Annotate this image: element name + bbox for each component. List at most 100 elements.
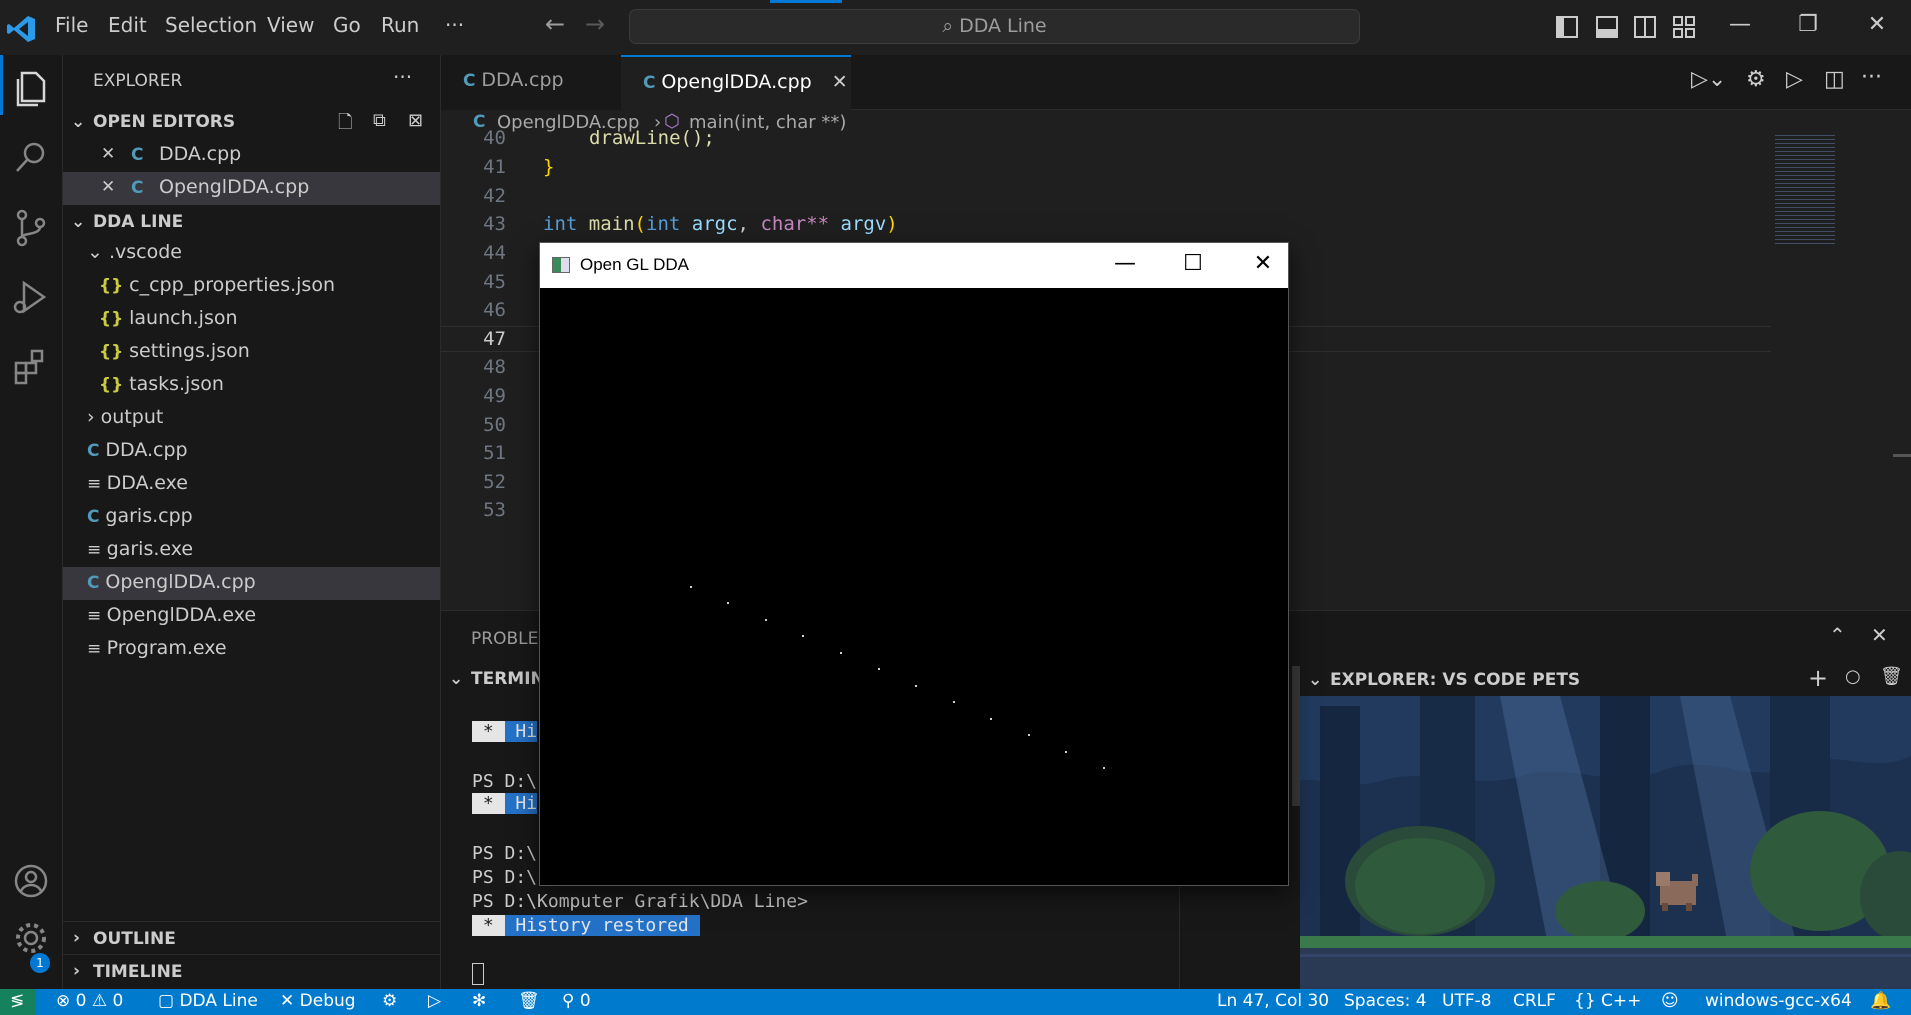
minimize-icon[interactable]: — (1725, 12, 1755, 42)
forward-arrow-icon[interactable]: → (585, 10, 605, 38)
cursor-position[interactable]: Ln 47, Col 30 (1217, 991, 1329, 1011)
debug-bug-icon[interactable]: ✻ (472, 991, 486, 1011)
file-program-exe[interactable]: ≡ Program.exe (87, 637, 227, 659)
open-editor-item[interactable]: ✕ C DDA.cpp (63, 139, 440, 172)
remote-indicator[interactable]: ≶ (0, 989, 36, 1015)
trash-status-icon[interactable]: 🗑 (518, 991, 540, 1011)
close-icon[interactable]: ✕ (1248, 251, 1278, 281)
back-arrow-icon[interactable]: ← (545, 10, 565, 38)
debug-status[interactable]: ✕ Debug (280, 991, 356, 1011)
run-file-icon[interactable]: ▷⌄ (1691, 67, 1726, 92)
language-status[interactable]: {} C++ (1574, 991, 1641, 1011)
maximize-panel-icon[interactable]: ⌃ (1829, 623, 1846, 647)
close-tab-icon[interactable]: ✕ (832, 71, 848, 93)
compiler-status[interactable]: windows-gcc-x64 (1705, 991, 1852, 1011)
command-search[interactable]: ⌕ DDA Line (629, 9, 1360, 44)
run-debug-icon[interactable] (8, 275, 54, 321)
ball-icon[interactable]: ○ (1845, 666, 1861, 687)
close-editor-icon[interactable]: ✕ (101, 177, 115, 197)
encoding-status[interactable]: UTF-8 (1442, 991, 1492, 1011)
file-opengldda-cpp[interactable]: C OpenglDDA.cpp (87, 571, 256, 593)
menu-file[interactable]: File (55, 13, 88, 37)
file-opengldda-exe[interactable]: ≡ OpenglDDA.exe (87, 604, 256, 626)
problems-status[interactable]: ⊗ 0 ⚠ 0 (56, 991, 123, 1011)
add-pet-icon[interactable]: + (1808, 664, 1828, 692)
menu-edit[interactable]: Edit (108, 13, 147, 37)
folder-vscode[interactable]: ⌄ .vscode (87, 241, 182, 263)
manage-gear-icon[interactable] (8, 915, 54, 961)
minimap-content (1775, 135, 1835, 245)
file-dda-exe[interactable]: ≡ DDA.exe (87, 472, 188, 494)
explorer-icon[interactable] (8, 65, 54, 111)
more-actions-icon[interactable]: ··· (393, 65, 412, 89)
pets-header-title[interactable]: EXPLORER: VS CODE PETS (1330, 670, 1580, 690)
restore-icon[interactable]: ❐ (1793, 12, 1823, 42)
tab-opengldda-cpp[interactable]: C OpenglDDA.cpp ✕ (621, 55, 851, 110)
open-editor-item[interactable]: ✕ C OpenglDDA.cpp (63, 172, 440, 205)
file-garis-exe[interactable]: ≡ garis.exe (87, 538, 193, 560)
timeline-header[interactable]: TIMELINE (93, 962, 182, 982)
toggle-secondary-sidebar-icon[interactable] (1634, 16, 1656, 38)
minimap[interactable] (1771, 135, 1911, 610)
split-editor-icon[interactable]: ◫ (1824, 67, 1845, 92)
chevron-down-icon[interactable]: ⌄ (1308, 670, 1322, 690)
gear-icon[interactable]: ⚙ (1746, 67, 1766, 92)
trash-icon[interactable]: 🗑 (1880, 666, 1903, 687)
menu-run[interactable]: Run (381, 13, 419, 37)
terminal-scrollbar[interactable] (1292, 666, 1300, 806)
menu-more[interactable]: ··· (445, 13, 464, 37)
file-launch-json[interactable]: {} launch.json (99, 307, 238, 329)
outline-header[interactable]: OUTLINE (93, 929, 176, 949)
run-icon[interactable]: ▷ (1786, 67, 1803, 92)
minimize-icon[interactable]: — (1110, 251, 1140, 281)
eol-status[interactable]: CRLF (1513, 991, 1556, 1011)
copilot-icon[interactable]: ☺ (1661, 991, 1679, 1011)
extensions-icon[interactable] (8, 345, 54, 391)
terminal-history-line: * History restored (472, 915, 700, 936)
cmake-gear-icon[interactable]: ⚙ (382, 991, 397, 1011)
file-c-cpp-properties[interactable]: {} c_cpp_properties.json (99, 274, 335, 296)
chevron-down-icon[interactable]: ⌄ (71, 112, 85, 132)
open-editors-header[interactable]: OPEN EDITORS (93, 112, 235, 132)
file-settings-json[interactable]: {} settings.json (99, 340, 250, 362)
folder-status[interactable]: ▢ DDA Line (158, 991, 258, 1011)
chevron-right-icon[interactable]: › (73, 928, 80, 948)
chevron-down-icon[interactable]: ⌄ (71, 212, 85, 232)
tab-dda-cpp[interactable]: C DDA.cpp (441, 55, 621, 110)
tab-label: OpenglDDA.cpp (661, 71, 812, 93)
file-dda-cpp[interactable]: C DDA.cpp (87, 439, 188, 461)
terminal-history-line: * Hi (472, 793, 538, 814)
toggle-sidebar-icon[interactable] (1556, 16, 1578, 38)
close-window-icon[interactable]: ✕ (1862, 12, 1892, 42)
menu-view[interactable]: View (267, 13, 314, 37)
indentation-status[interactable]: Spaces: 4 (1344, 991, 1427, 1011)
new-untitled-file-icon[interactable]: 🗋 (338, 110, 352, 140)
file-garis-cpp[interactable]: C garis.cpp (87, 505, 193, 527)
run-status-icon[interactable]: ▷ (428, 991, 441, 1011)
more-actions-icon[interactable]: ··· (1861, 65, 1882, 90)
notifications-bell-icon[interactable]: 🔔 (1870, 991, 1891, 1011)
menu-selection[interactable]: Selection (165, 13, 257, 37)
line-number: 42 (483, 185, 506, 207)
search-view-icon[interactable] (8, 135, 54, 181)
menu-go[interactable]: Go (333, 13, 361, 37)
dda-point (990, 718, 992, 720)
ports-status[interactable]: ⚲ 0 (562, 991, 591, 1011)
source-control-icon[interactable] (8, 205, 54, 251)
opengl-window[interactable]: Open GL DDA — ☐ ✕ (539, 242, 1289, 886)
accounts-icon[interactable] (8, 858, 54, 904)
file-tasks-json[interactable]: {} tasks.json (99, 373, 224, 395)
project-header[interactable]: DDA LINE (93, 212, 183, 232)
close-editor-icon[interactable]: ✕ (101, 144, 115, 164)
folder-output[interactable]: › output (87, 406, 163, 428)
save-all-icon[interactable]: ⧉ (373, 110, 386, 131)
maximize-icon[interactable]: ☐ (1178, 251, 1208, 281)
close-panel-icon[interactable]: ✕ (1871, 623, 1888, 647)
chevron-right-icon[interactable]: › (73, 961, 80, 981)
close-all-icon[interactable]: ⊠ (408, 110, 423, 131)
customize-layout-icon[interactable] (1673, 16, 1695, 38)
scroll-indicator (1893, 454, 1911, 457)
chevron-down-icon[interactable]: ⌄ (449, 669, 463, 689)
opengl-window-titlebar[interactable]: Open GL DDA — ☐ ✕ (540, 243, 1288, 288)
toggle-panel-icon[interactable] (1596, 16, 1618, 38)
